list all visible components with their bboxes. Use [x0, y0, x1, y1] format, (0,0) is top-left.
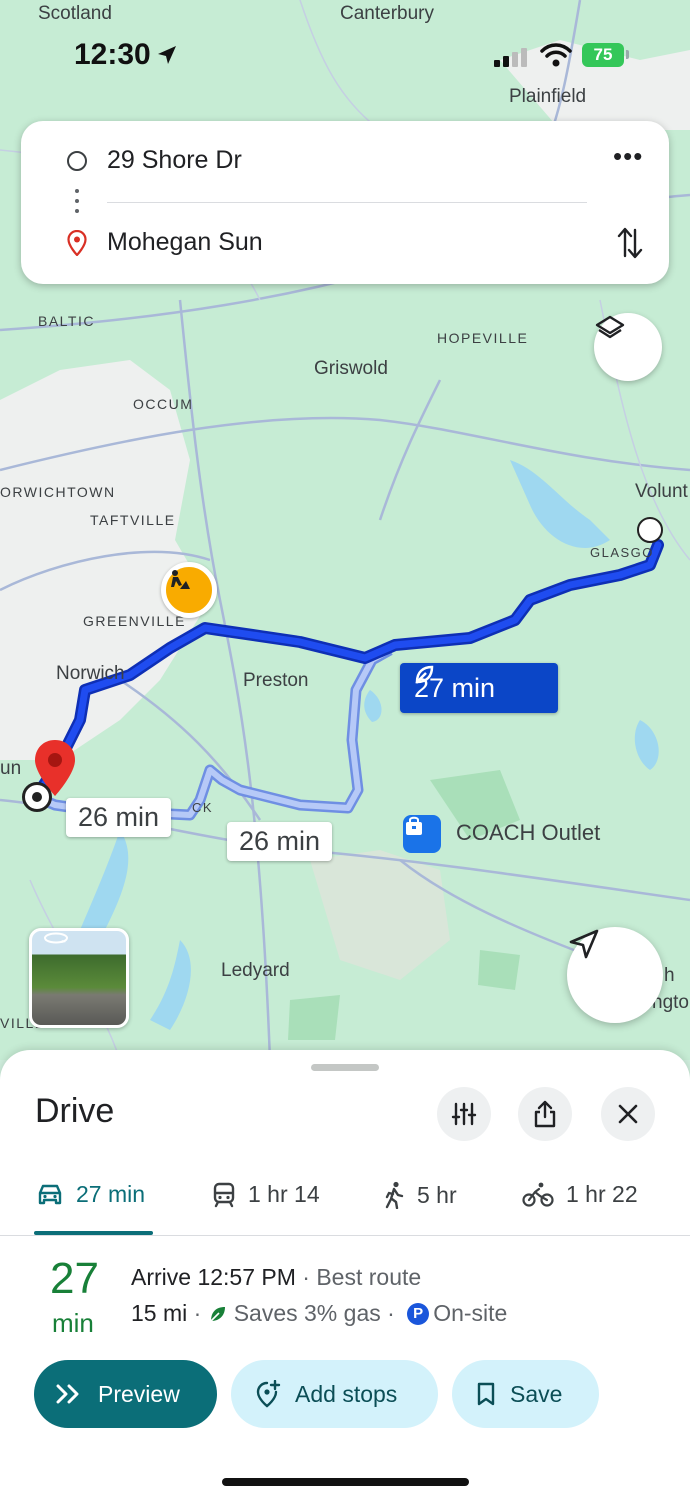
place-label: HOPEVILLE — [437, 330, 529, 346]
status-time: 12:30 — [74, 38, 151, 71]
more-options-icon[interactable]: ••• — [613, 143, 643, 169]
tab-drive[interactable]: 27 min — [36, 1181, 145, 1208]
navigation-arrow-icon — [569, 929, 599, 959]
tab-transit[interactable]: 1 hr 14 — [212, 1181, 320, 1208]
leaf-icon — [415, 665, 434, 684]
preview-button-label: Preview — [98, 1380, 180, 1407]
save-button-label: Save — [510, 1380, 563, 1407]
close-button[interactable] — [601, 1087, 655, 1141]
tab-bike[interactable]: 1 hr 22 — [522, 1181, 638, 1208]
rotate-360-icon — [44, 932, 68, 944]
layers-button[interactable] — [594, 313, 662, 381]
add-stops-button[interactable]: Add stops — [231, 1360, 438, 1428]
route-time-alt-label[interactable]: 26 min — [66, 798, 172, 837]
swap-directions-icon[interactable] — [617, 226, 643, 260]
parking-info: On-site — [433, 1300, 508, 1326]
tab-drive-label: 27 min — [76, 1181, 146, 1207]
place-label: TAFTVILLE — [90, 512, 176, 528]
place-label: Norwich — [56, 663, 125, 684]
place-label: BALTIC — [38, 313, 95, 329]
tab-walk[interactable]: 5 hr — [383, 1181, 457, 1209]
directions-card: 29 Shore Dr Mohegan Sun ••• — [21, 121, 669, 284]
car-icon — [38, 1184, 62, 1204]
place-label: GREENVILLE — [83, 613, 186, 629]
place-label: ORWICHTOWN — [0, 484, 116, 500]
route-time-alt-label[interactable]: 26 min — [227, 822, 333, 861]
my-location-button[interactable] — [567, 927, 663, 1023]
share-icon — [534, 1100, 556, 1128]
leaf-icon — [210, 1306, 225, 1322]
route-dots-icon — [75, 189, 79, 219]
place-label: h — [664, 965, 675, 986]
origin-field[interactable]: 29 Shore Dr — [107, 146, 242, 175]
origin-circle-icon — [67, 151, 87, 171]
separator: · — [187, 1300, 208, 1326]
layers-icon — [595, 315, 625, 339]
sliders-icon — [451, 1102, 477, 1126]
route-time-main-label[interactable]: 27 min — [400, 663, 558, 713]
add-location-icon — [256, 1380, 281, 1408]
separator: · — [380, 1300, 402, 1326]
best-route-label: · Best route — [295, 1264, 422, 1290]
close-icon — [618, 1104, 638, 1124]
shopping-bag-icon[interactable] — [403, 815, 441, 853]
save-button[interactable]: Save — [452, 1360, 599, 1428]
place-label: OCCUM — [133, 396, 194, 412]
tab-transit-label: 1 hr 14 — [248, 1181, 320, 1207]
bookmark-icon — [477, 1382, 495, 1406]
transit-icon — [213, 1182, 235, 1207]
sheet-grabber[interactable] — [311, 1064, 379, 1071]
arrival-summary: Arrive 12:57 PM · Best route — [131, 1264, 421, 1291]
duration-unit: min — [52, 1308, 94, 1338]
cellular-signal-icon — [494, 48, 527, 67]
place-label: Ledyard — [221, 960, 290, 981]
field-divider — [107, 202, 587, 203]
battery-tip — [626, 50, 629, 59]
parking-icon: P — [407, 1302, 430, 1325]
route-end-marker[interactable] — [22, 782, 52, 812]
place-label: Griswold — [314, 358, 388, 379]
double-chevron-right-icon — [56, 1384, 79, 1404]
place-label: CK — [192, 800, 214, 815]
active-tab-indicator — [34, 1231, 153, 1235]
gas-savings: Saves 3% gas — [233, 1300, 381, 1326]
home-indicator — [222, 1478, 469, 1486]
share-button[interactable] — [518, 1087, 572, 1141]
travel-mode-tabs: 27 min 1 hr 14 5 hr 1 hr 22 — [0, 1163, 690, 1236]
route-details: 15 mi · Saves 3% gas · P On-site — [131, 1300, 507, 1327]
route-options-button[interactable] — [437, 1087, 491, 1141]
poi-label[interactable]: COACH Outlet — [456, 820, 600, 846]
walk-icon — [385, 1181, 404, 1209]
status-bar: 12:30 75 — [0, 0, 690, 110]
directions-sheet: Drive 27 min 1 hr 14 5 hr 1 hr 22 27 min… — [0, 1050, 690, 1500]
bike-icon — [522, 1182, 554, 1207]
distance: 15 mi — [131, 1300, 188, 1326]
construction-warning-icon[interactable] — [161, 562, 217, 618]
place-label: un — [0, 758, 22, 779]
route-start-marker[interactable] — [637, 517, 663, 543]
place-label: Volunt — [635, 481, 688, 502]
tab-bike-label: 1 hr 22 — [566, 1181, 638, 1207]
place-label: Preston — [243, 670, 309, 691]
battery-indicator: 75 — [582, 43, 624, 67]
location-arrow-icon — [158, 46, 176, 64]
arrival-time: Arrive 12:57 PM — [131, 1264, 296, 1290]
place-label: GLASGO — [590, 545, 654, 560]
add-stops-button-label: Add stops — [295, 1380, 398, 1407]
street-view-thumbnail[interactable] — [29, 928, 129, 1028]
destination-pin-icon — [67, 230, 87, 256]
preview-button[interactable]: Preview — [34, 1360, 217, 1428]
sheet-title: Drive — [35, 1092, 115, 1130]
duration-value: 27 — [50, 1254, 99, 1303]
tab-walk-label: 5 hr — [417, 1181, 457, 1208]
destination-field[interactable]: Mohegan Sun — [107, 228, 263, 257]
wifi-icon — [540, 43, 572, 67]
